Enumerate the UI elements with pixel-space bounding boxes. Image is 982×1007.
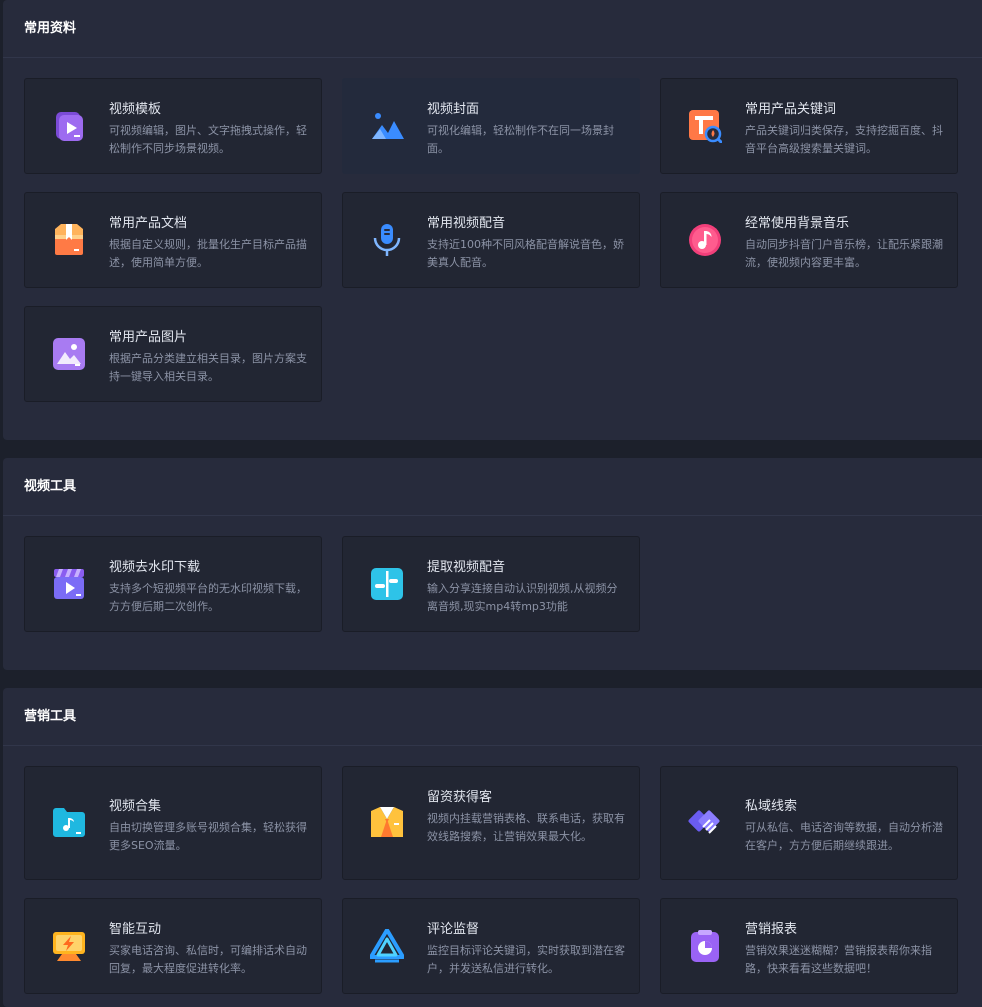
card-title: 常用产品图片: [109, 330, 188, 345]
card-background-music[interactable]: 经常使用背景音乐 自动同步抖音门户音乐榜，让配乐紧跟潮流，使视频内容更丰富。: [660, 192, 958, 288]
card-video-cover[interactable]: 视频封面 可视化编辑，轻松制作不在同一场景封面。: [342, 78, 640, 174]
card-description: 支持多个短视频平台的无水印视频下载，方方便后期二次创作。: [109, 582, 307, 613]
card-lead-capture[interactable]: 留资获得客 视频内挂载营销表格、联系电话，获取有效线路搜索，让营销效果最大化。: [342, 766, 640, 880]
folder-music-icon: [52, 805, 86, 839]
card-description: 根据自定义规则，批量化生产目标产品描述，使用简单方便。: [109, 238, 307, 269]
section-title: 常用资料: [3, 0, 982, 58]
card-comment-monitor[interactable]: 评论监督 监控目标评论关键词，实时获取到潜在客户，并发送私信进行转化。: [342, 898, 640, 994]
card-title: 评论监督: [427, 922, 480, 937]
music-note-icon: [688, 223, 722, 257]
section-title: 营销工具: [3, 688, 982, 746]
card-product-keywords[interactable]: 常用产品关键词 产品关键词归类保存，支持挖掘百度、抖音平台高级搜索量关键词。: [660, 78, 958, 174]
card-title: 常用视频配音: [427, 216, 506, 231]
video-template-icon: [52, 109, 86, 143]
keyword-search-icon: [688, 109, 722, 143]
card-description: 自由切换管理多账号视频合集，轻松获得更多SEO流量。: [109, 821, 307, 852]
card-marketing-report[interactable]: 营销报表 营销效果迷迷糊糊？营销报表帮你来指路，快来看看这些数据吧！: [660, 898, 958, 994]
handshake-icon: [688, 805, 722, 839]
card-title: 经常使用背景音乐: [745, 216, 850, 231]
card-description: 可视频编辑，图片、文字拖拽式操作，轻松制作不同步场景视频。: [109, 124, 307, 155]
card-title: 营销报表: [745, 922, 798, 937]
triangle-logo-icon: [370, 929, 404, 963]
card-watermark-download[interactable]: 视频去水印下载 支持多个短视频平台的无水印视频下载，方方便后期二次创作。: [24, 536, 322, 632]
card-extract-voiceover[interactable]: 提取视频配音 输入分享连接自动认识别视频,从视频分离音频,现实mp4转mp3功能: [342, 536, 640, 632]
card-private-leads[interactable]: 私域线索 可从私信、电话咨询等数据，自动分析潜在客户，方方便后期继续跟进。: [660, 766, 958, 880]
clapperboard-icon: [52, 567, 86, 601]
card-description: 视频内挂载营销表格、联系电话，获取有效线路搜索，让营销效果最大化。: [427, 812, 625, 843]
card-title: 私域线索: [745, 799, 798, 814]
section-title: 视频工具: [3, 458, 982, 516]
card-title: 视频封面: [427, 102, 480, 117]
card-video-template[interactable]: 视频模板 可视频编辑，图片、文字拖拽式操作，轻松制作不同步场景视频。: [24, 78, 322, 174]
card-description: 输入分享连接自动认识别视频,从视频分离音频,现实mp4转mp3功能: [427, 582, 618, 613]
microphone-icon: [370, 223, 404, 257]
card-description: 根据产品分类建立相关目录，图片方案支持一键导入相关目录。: [109, 352, 307, 383]
document-box-icon: [52, 223, 86, 257]
audio-extract-icon: [370, 567, 404, 601]
card-title: 智能互动: [109, 922, 162, 937]
card-description: 自动同步抖音门户音乐榜，让配乐紧跟潮流，使视频内容更丰富。: [745, 238, 943, 269]
pie-report-icon: [688, 929, 722, 963]
card-product-images[interactable]: 常用产品图片 根据产品分类建立相关目录，图片方案支持一键导入相关目录。: [24, 306, 322, 402]
card-title: 常用产品文档: [109, 216, 188, 231]
card-description: 支持近100种不同风格配音解说音色，娇美真人配音。: [427, 238, 624, 269]
suit-icon: [370, 805, 404, 839]
card-title: 视频去水印下载: [109, 560, 201, 575]
card-description: 营销效果迷迷糊糊？营销报表帮你来指路，快来看看这些数据吧！: [745, 944, 932, 975]
product-image-icon: [52, 337, 86, 371]
mountain-image-icon: [370, 109, 404, 143]
card-title: 视频模板: [109, 102, 162, 117]
card-description: 可视化编辑，轻松制作不在同一场景封面。: [427, 124, 614, 155]
card-description: 产品关键词归类保存，支持挖掘百度、抖音平台高级搜索量关键词。: [745, 124, 943, 155]
card-product-docs[interactable]: 常用产品文档 根据自定义规则，批量化生产目标产品描述，使用简单方便。: [24, 192, 322, 288]
lightning-monitor-icon: [52, 929, 86, 963]
card-video-voiceover[interactable]: 常用视频配音 支持近100种不同风格配音解说音色，娇美真人配音。: [342, 192, 640, 288]
card-description: 买家电话咨询、私信时，可编排话术自动回复，最大程度促进转化率。: [109, 944, 307, 975]
card-title: 留资获得客: [427, 790, 493, 805]
card-title: 常用产品关键词: [745, 102, 837, 117]
card-title: 视频合集: [109, 799, 162, 814]
card-smart-interaction[interactable]: 智能互动 买家电话咨询、私信时，可编排话术自动回复，最大程度促进转化率。: [24, 898, 322, 994]
card-title: 提取视频配音: [427, 560, 506, 575]
card-description: 监控目标评论关键词，实时获取到潜在客户，并发送私信进行转化。: [427, 944, 625, 975]
card-description: 可从私信、电话咨询等数据，自动分析潜在客户，方方便后期继续跟进。: [745, 821, 943, 852]
card-video-collection[interactable]: 视频合集 自由切换管理多账号视频合集，轻松获得更多SEO流量。: [24, 766, 322, 880]
